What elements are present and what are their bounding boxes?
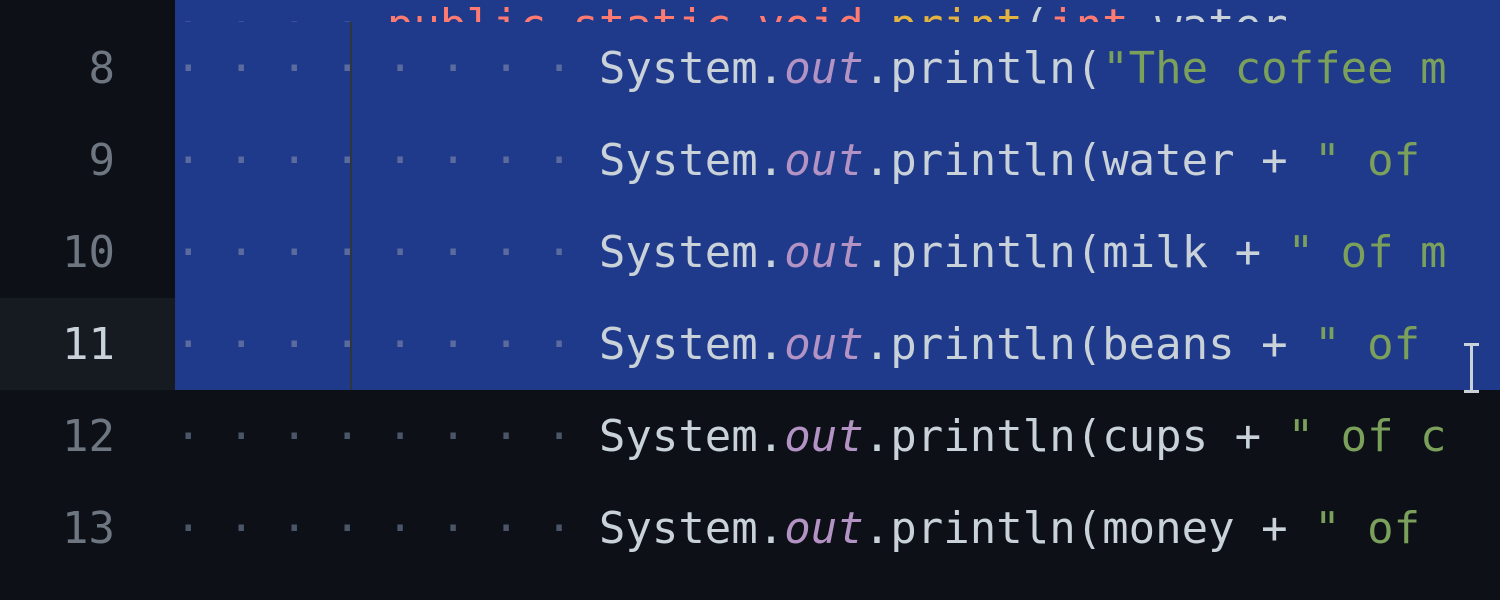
token-function: print <box>890 0 1022 22</box>
token: System. <box>599 135 784 186</box>
token-string: " of m <box>1288 227 1447 278</box>
code-editor[interactable]: 8 9 10 11 12 13 · · · · public static vo… <box>0 0 1500 600</box>
line-number: 11 <box>0 298 175 390</box>
code-line[interactable]: · · · · · · · · System.out.println("The … <box>175 22 1500 114</box>
code-line[interactable]: · · · · · · · · System.out.println(money… <box>175 482 1500 574</box>
token: System. <box>599 319 784 370</box>
token-field: out <box>784 319 863 370</box>
line-number: 13 <box>0 482 175 574</box>
token-paren: ( <box>1023 0 1050 22</box>
code-line-current[interactable]: · · · · · · · · System.out.println(beans… <box>175 298 1500 390</box>
token-keyword: public static void <box>387 0 890 22</box>
token: System. <box>599 43 784 94</box>
token-string: " of c <box>1288 411 1447 462</box>
line-number: 9 <box>0 114 175 206</box>
token: .println( <box>864 43 1102 94</box>
token-string: " of <box>1314 503 1446 554</box>
line-number: 10 <box>0 206 175 298</box>
token-field: out <box>784 503 863 554</box>
code-area[interactable]: · · · · public static void print(int wat… <box>175 0 1500 600</box>
token-string: "The coffee m <box>1102 43 1446 94</box>
text-cursor-icon <box>1462 343 1480 393</box>
line-gutter: 8 9 10 11 12 13 <box>0 0 175 600</box>
code-line[interactable]: · · · · · · · · System.out.println(water… <box>175 114 1500 206</box>
token: .println(cups + <box>864 411 1288 462</box>
line-number: 8 <box>0 22 175 114</box>
token: .println(beans + <box>864 319 1314 370</box>
token: .println(milk + <box>864 227 1288 278</box>
whitespace-indicator: · · · · · · · · <box>175 227 599 278</box>
token: .println(money + <box>864 503 1314 554</box>
whitespace-indicator: · · · · <box>175 0 387 22</box>
token-type: int <box>1049 0 1155 22</box>
line-number: 12 <box>0 390 175 482</box>
token-identifier: water, <box>1155 0 1314 22</box>
token-field: out <box>784 227 863 278</box>
code-line[interactable]: · · · · · · · · System.out.println(cups … <box>175 390 1500 482</box>
token: System. <box>599 503 784 554</box>
token-string: " of <box>1314 135 1446 186</box>
whitespace-indicator: · · · · · · · · <box>175 411 599 462</box>
indent-guide <box>350 22 352 390</box>
whitespace-indicator: · · · · · · · · <box>175 319 599 370</box>
token-field: out <box>784 411 863 462</box>
code-line[interactable]: · · · · public static void print(int wat… <box>175 0 1500 22</box>
token: .println(water + <box>864 135 1314 186</box>
token-field: out <box>784 135 863 186</box>
token-string: " of <box>1314 319 1446 370</box>
whitespace-indicator: · · · · · · · · <box>175 135 599 186</box>
line-number <box>0 0 175 22</box>
whitespace-indicator: · · · · · · · · <box>175 503 599 554</box>
whitespace-indicator: · · · · · · · · <box>175 43 599 94</box>
token-field: out <box>784 43 863 94</box>
token: System. <box>599 411 784 462</box>
code-line[interactable]: · · · · · · · · System.out.println(milk … <box>175 206 1500 298</box>
token: System. <box>599 227 784 278</box>
